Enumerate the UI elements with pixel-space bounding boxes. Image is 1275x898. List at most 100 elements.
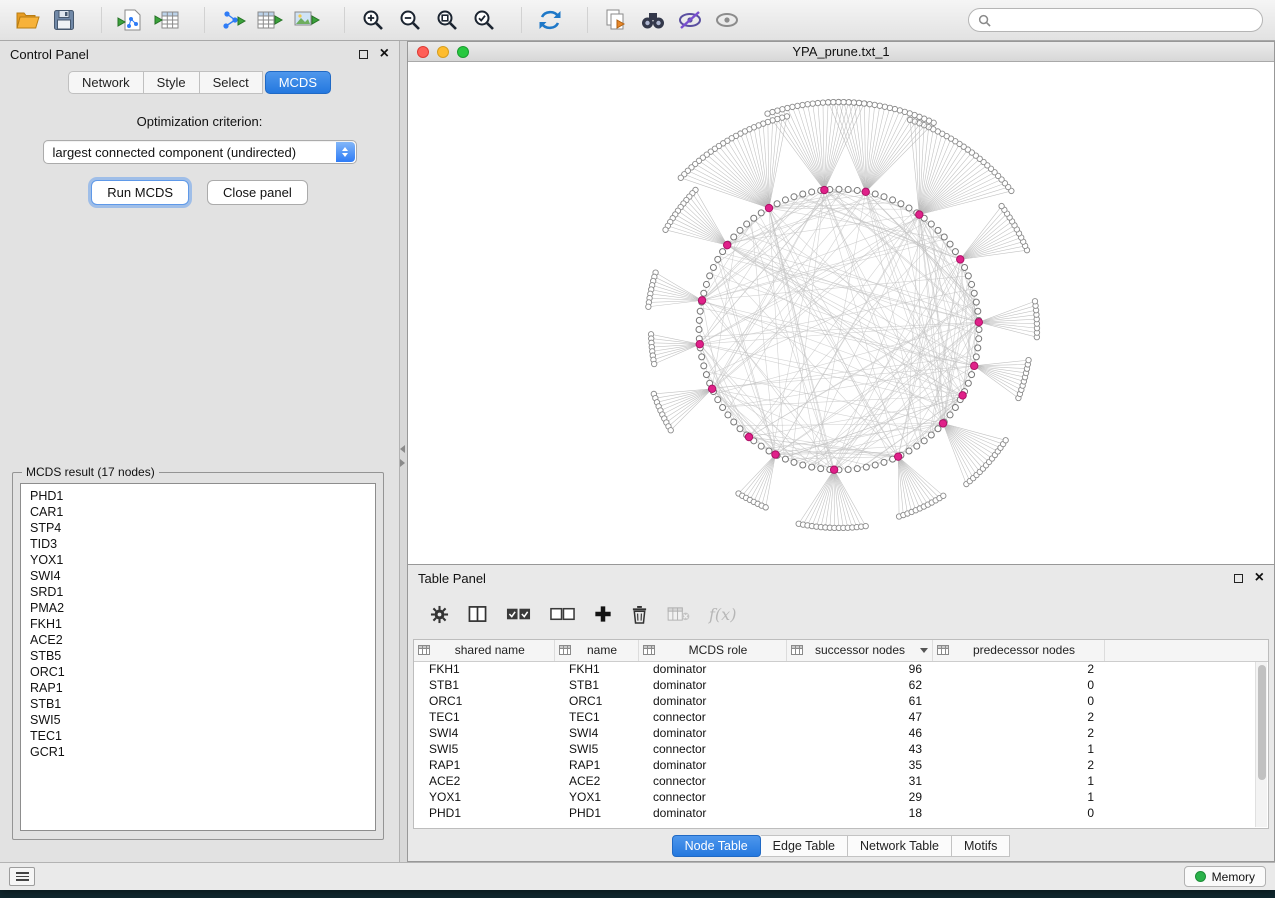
result-item[interactable]: CAR1 xyxy=(30,504,375,520)
cell-predecessors[interactable]: 2 xyxy=(932,757,1104,773)
search-network-icon[interactable] xyxy=(638,5,668,35)
window-minimize-button[interactable] xyxy=(437,46,449,58)
cell-role[interactable]: connector xyxy=(638,741,786,757)
clone-network-icon[interactable] xyxy=(601,5,631,35)
hide-selected-icon[interactable] xyxy=(675,5,705,35)
cell-shared_name[interactable]: SWI5 xyxy=(414,741,554,757)
network-canvas[interactable] xyxy=(408,62,1274,564)
window-close-button[interactable] xyxy=(417,46,429,58)
memory-button[interactable]: Memory xyxy=(1184,866,1266,887)
table-scrollbar[interactable] xyxy=(1255,662,1267,827)
export-table-icon[interactable] xyxy=(255,5,285,35)
import-network-file-icon[interactable] xyxy=(115,5,145,35)
tab-network-table[interactable]: Network Table xyxy=(848,835,952,857)
function-builder-icon[interactable]: f(x) xyxy=(709,605,736,624)
cell-name[interactable]: TEC1 xyxy=(554,709,638,725)
tab-motifs[interactable]: Motifs xyxy=(952,835,1010,857)
search-input[interactable] xyxy=(997,13,1253,27)
cell-shared_name[interactable]: TEC1 xyxy=(414,709,554,725)
delete-column-icon[interactable] xyxy=(631,605,648,624)
result-item[interactable]: STP4 xyxy=(30,520,375,536)
table-row[interactable]: SWI4SWI4dominator462 xyxy=(414,725,1268,741)
add-column-icon[interactable] xyxy=(594,605,612,623)
cell-successors[interactable]: 62 xyxy=(786,677,932,693)
cell-predecessors[interactable]: 1 xyxy=(932,773,1104,789)
cell-role[interactable]: connector xyxy=(638,773,786,789)
result-item[interactable]: TID3 xyxy=(30,536,375,552)
task-menu-icon[interactable] xyxy=(9,867,35,886)
column-header-shared-name[interactable]: shared name xyxy=(414,640,554,661)
result-item[interactable]: SWI5 xyxy=(30,712,375,728)
cell-successors[interactable]: 47 xyxy=(786,709,932,725)
cell-shared_name[interactable]: RAP1 xyxy=(414,757,554,773)
tab-mcds[interactable]: MCDS xyxy=(265,71,331,94)
column-header-predecessor-nodes[interactable]: predecessor nodes xyxy=(932,640,1104,661)
cell-predecessors[interactable]: 2 xyxy=(932,709,1104,725)
table-row[interactable]: YOX1YOX1connector291 xyxy=(414,789,1268,805)
close-table-panel-icon[interactable]: × xyxy=(1255,570,1264,586)
export-image-icon[interactable] xyxy=(292,5,322,35)
cell-predecessors[interactable]: 0 xyxy=(932,677,1104,693)
cell-successors[interactable]: 35 xyxy=(786,757,932,773)
tab-node-table[interactable]: Node Table xyxy=(672,835,761,857)
float-panel-icon[interactable] xyxy=(359,50,368,59)
result-item[interactable]: STB1 xyxy=(30,696,375,712)
cell-role[interactable]: connector xyxy=(638,789,786,805)
table-row[interactable]: STB1STB1dominator620 xyxy=(414,677,1268,693)
result-item[interactable]: ORC1 xyxy=(30,664,375,680)
cell-role[interactable]: dominator xyxy=(638,757,786,773)
cell-name[interactable]: ORC1 xyxy=(554,693,638,709)
cell-role[interactable]: connector xyxy=(638,709,786,725)
cell-role[interactable]: dominator xyxy=(638,805,786,821)
cell-predecessors[interactable]: 2 xyxy=(932,725,1104,741)
cell-name[interactable]: RAP1 xyxy=(554,757,638,773)
result-item[interactable]: PHD1 xyxy=(30,488,375,504)
show-all-icon[interactable] xyxy=(712,5,742,35)
criterion-dropdown[interactable]: largest connected component (undirected) xyxy=(43,140,357,164)
export-network-icon[interactable] xyxy=(218,5,248,35)
table-row[interactable]: RAP1RAP1dominator352 xyxy=(414,757,1268,773)
cell-successors[interactable]: 43 xyxy=(786,741,932,757)
cell-shared_name[interactable]: ACE2 xyxy=(414,773,554,789)
cell-successors[interactable]: 29 xyxy=(786,789,932,805)
cell-predecessors[interactable]: 0 xyxy=(932,805,1104,821)
cell-successors[interactable]: 46 xyxy=(786,725,932,741)
cell-shared_name[interactable]: ORC1 xyxy=(414,693,554,709)
cell-successors[interactable]: 96 xyxy=(786,661,932,677)
cell-name[interactable]: FKH1 xyxy=(554,661,638,677)
cell-shared_name[interactable]: FKH1 xyxy=(414,661,554,677)
table-row[interactable]: TEC1TEC1connector472 xyxy=(414,709,1268,725)
cell-name[interactable]: YOX1 xyxy=(554,789,638,805)
result-item[interactable]: FKH1 xyxy=(30,616,375,632)
window-zoom-button[interactable] xyxy=(457,46,469,58)
network-graph[interactable] xyxy=(408,62,1274,564)
result-item[interactable]: GCR1 xyxy=(30,744,375,760)
table-row[interactable]: ACE2ACE2connector311 xyxy=(414,773,1268,789)
delete-table-icon[interactable] xyxy=(667,606,690,622)
search-field[interactable] xyxy=(968,8,1263,32)
run-mcds-button[interactable]: Run MCDS xyxy=(91,180,189,205)
gear-icon[interactable] xyxy=(430,605,449,624)
tab-edge-table[interactable]: Edge Table xyxy=(761,835,848,857)
cell-successors[interactable]: 18 xyxy=(786,805,932,821)
open-file-icon[interactable] xyxy=(12,5,42,35)
column-header-mcds-role[interactable]: MCDS role xyxy=(638,640,786,661)
close-panel-icon[interactable]: × xyxy=(380,46,389,62)
select-all-icon[interactable] xyxy=(506,606,531,622)
cell-predecessors[interactable]: 1 xyxy=(932,741,1104,757)
cell-successors[interactable]: 31 xyxy=(786,773,932,789)
tab-select[interactable]: Select xyxy=(200,71,263,94)
apply-layout-icon[interactable] xyxy=(535,5,565,35)
zoom-selected-icon[interactable] xyxy=(469,5,499,35)
tab-network[interactable]: Network xyxy=(68,71,144,94)
close-panel-button[interactable]: Close panel xyxy=(207,180,308,205)
show-columns-icon[interactable] xyxy=(468,605,487,623)
cell-role[interactable]: dominator xyxy=(638,693,786,709)
result-item[interactable]: STB5 xyxy=(30,648,375,664)
table-row[interactable]: FKH1FKH1dominator962 xyxy=(414,661,1268,677)
deselect-all-icon[interactable] xyxy=(550,606,575,622)
tab-style[interactable]: Style xyxy=(144,71,200,94)
cell-shared_name[interactable]: STB1 xyxy=(414,677,554,693)
result-item[interactable]: YOX1 xyxy=(30,552,375,568)
cell-name[interactable]: STB1 xyxy=(554,677,638,693)
